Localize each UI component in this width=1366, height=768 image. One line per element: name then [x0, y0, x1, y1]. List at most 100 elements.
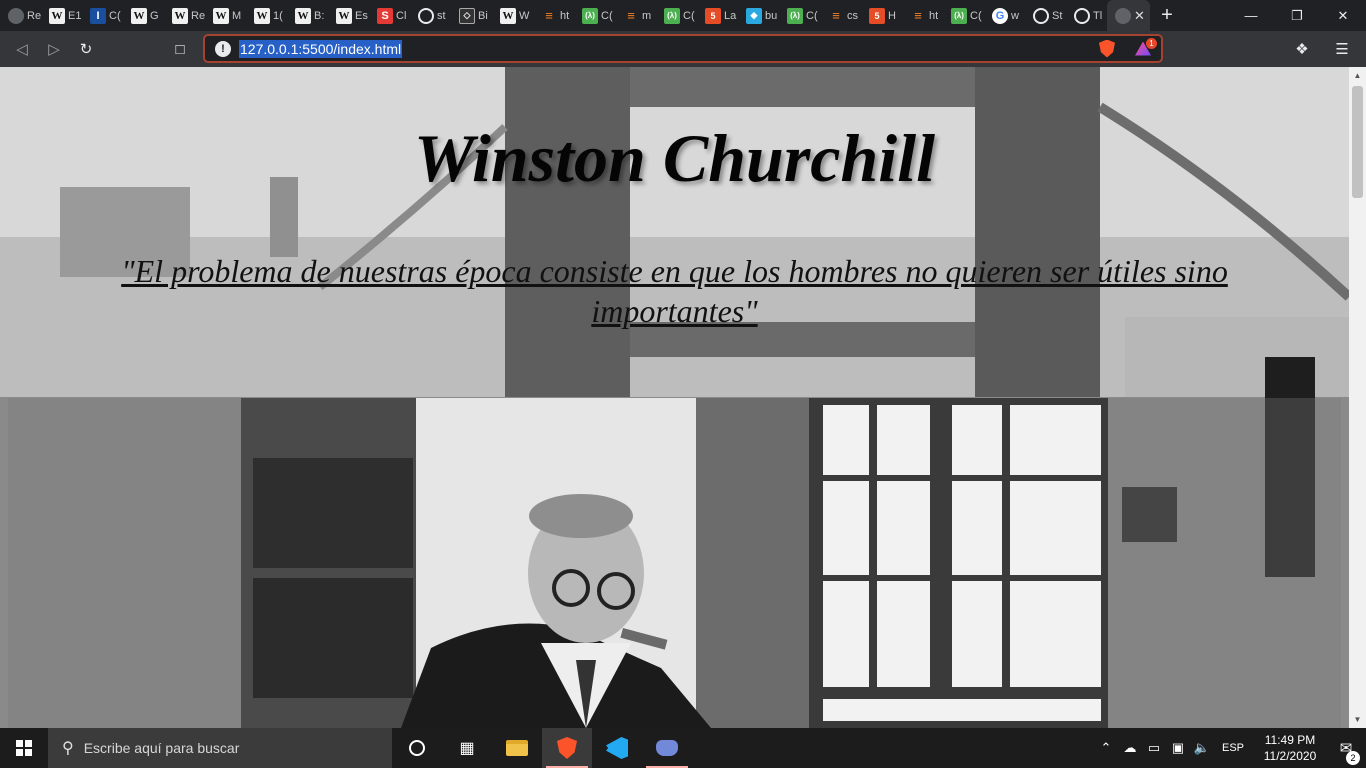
scroll-up-arrow-icon[interactable]: ▲: [1349, 67, 1366, 84]
scroll-down-arrow-icon[interactable]: ▼: [1349, 711, 1366, 728]
forward-button[interactable]: ▷: [38, 33, 70, 65]
page-viewport: Winston Churchill "El problema de nuestr…: [0, 67, 1349, 728]
browser-tab[interactable]: W E1: [41, 0, 82, 31]
browser-tab[interactable]: ≡ ht: [902, 0, 943, 31]
page-scrollbar[interactable]: ▲ ▼: [1349, 67, 1366, 728]
browser-tab[interactable]: ≡ cs: [820, 0, 861, 31]
browser-tab[interactable]: (λ) C(: [656, 0, 697, 31]
cortana-button[interactable]: [392, 728, 442, 768]
browser-tab[interactable]: W Re: [164, 0, 205, 31]
freecodecamp-icon: (λ): [787, 7, 803, 24]
github-icon: [418, 7, 434, 24]
search-placeholder: Escribe aquí para buscar: [83, 740, 240, 756]
browser-tab[interactable]: WM: [205, 0, 246, 31]
stackoverflow-icon: ≡: [910, 7, 926, 24]
start-button[interactable]: [0, 728, 48, 768]
browser-tab[interactable]: ≡ ht: [533, 0, 574, 31]
browser-toolbar: ◁ ▷ ↻ □ ! 127.0.0.1:5500/index.html 1 ❖ …: [0, 31, 1366, 67]
churchill-quote: "El problema de nuestras época consiste …: [121, 253, 1228, 329]
vscode-taskbar-button[interactable]: [592, 728, 642, 768]
browser-tab[interactable]: ≡ m: [615, 0, 656, 31]
bookmark-icon[interactable]: □: [164, 33, 196, 65]
maximize-button[interactable]: ❐: [1274, 0, 1320, 31]
url-text[interactable]: 127.0.0.1:5500/index.html: [239, 39, 403, 58]
discord-taskbar-button[interactable]: [642, 728, 692, 768]
wikipedia-icon: W: [295, 7, 311, 24]
show-hidden-icons-icon[interactable]: ⌃: [1094, 740, 1118, 756]
google-icon: G: [992, 7, 1008, 24]
browser-tab[interactable]: St: [1025, 0, 1066, 31]
browser-tab[interactable]: W Es: [328, 0, 369, 31]
clock[interactable]: 11:49 PM 11/2/2020: [1254, 732, 1326, 764]
tab-label: bu: [765, 9, 778, 22]
menu-icon[interactable]: ☰: [1326, 33, 1358, 65]
browser-tab[interactable]: 5 La: [697, 0, 738, 31]
cortana-icon: [409, 740, 425, 756]
language-indicator[interactable]: ESP: [1222, 742, 1244, 754]
browser-tab[interactable]: ◇ Bi: [451, 0, 492, 31]
browser-tab[interactable]: I C(: [82, 0, 123, 31]
vscode-icon: [606, 737, 628, 759]
system-tray: ⌃ ☁ ▭ ▣ 🔈 ESP 11:49 PM 11/2/2020 ✉ 2: [1094, 728, 1366, 768]
tab-label: W: [519, 9, 530, 22]
html5-icon: 5: [869, 7, 885, 24]
browser-tab[interactable]: S Cl: [369, 0, 410, 31]
active-tab[interactable]: ✕: [1107, 0, 1150, 31]
browser-tab[interactable]: (λ) C(: [943, 0, 984, 31]
tab-strip: Re W E1 I C(W G W Re W M W 1(W B: W Es S Cl st ◇ Bi W W ≡ ht (λ)…: [0, 0, 1366, 31]
address-bar[interactable]: ! 127.0.0.1:5500/index.html: [203, 34, 1163, 63]
clock-date: 11/2/2020: [1263, 749, 1317, 763]
file-explorer-button[interactable]: [492, 728, 542, 768]
back-button[interactable]: ◁: [6, 33, 38, 65]
browser-tab[interactable]: WW: [492, 0, 533, 31]
new-tab-button[interactable]: +: [1150, 4, 1184, 27]
task-view-icon: ▦: [459, 740, 475, 757]
browser-tab[interactable]: (λ) C(: [779, 0, 820, 31]
tab-label: Re: [27, 9, 41, 22]
network-icon[interactable]: ▣: [1166, 740, 1190, 756]
tab-label: cs: [847, 9, 858, 22]
tab-label: Re: [191, 9, 205, 22]
close-tab-icon[interactable]: ✕: [1134, 8, 1145, 24]
wikipedia-icon: W: [254, 7, 270, 24]
browser-tab[interactable]: Gw: [984, 0, 1025, 31]
tab-label: St: [1052, 9, 1063, 22]
browser-tab[interactable]: (λ) C(: [574, 0, 615, 31]
omnibox-actions: [1099, 39, 1151, 58]
browser-tab[interactable]: 5H: [861, 0, 902, 31]
tab-label: ht: [929, 9, 939, 22]
brave-taskbar-button[interactable]: [542, 728, 592, 768]
tab-list: Re W E1 I C(W G W Re W M W 1(W B: W Es S Cl st ◇ Bi W W ≡ ht (λ)…: [0, 0, 1107, 31]
onedrive-icon[interactable]: ☁: [1118, 740, 1142, 756]
github-icon: [1074, 7, 1090, 24]
tab-label: E1: [68, 9, 82, 22]
discord-icon: [656, 740, 678, 756]
tab-label: C(: [109, 9, 121, 22]
browser-tab[interactable]: ◆ bu: [738, 0, 779, 31]
info-icon[interactable]: !: [215, 40, 231, 57]
i-icon: I: [90, 7, 106, 24]
scrollbar-thumb[interactable]: [1352, 86, 1363, 198]
action-center-button[interactable]: ✉ 2: [1326, 739, 1366, 765]
browser-tab[interactable]: Re: [0, 0, 41, 31]
tab-label: w: [1011, 9, 1019, 22]
extensions-icon[interactable]: ❖: [1286, 33, 1318, 65]
brave-shields-icon[interactable]: [1099, 39, 1115, 58]
browser-tab[interactable]: W B:: [287, 0, 328, 31]
volume-icon[interactable]: 🔈: [1190, 740, 1214, 756]
task-view-button[interactable]: ▦: [442, 728, 492, 768]
taskbar-search-box[interactable]: ⚲ Escribe aquí para buscar: [48, 728, 392, 768]
wikipedia-icon: W: [213, 7, 229, 24]
freecodecamp-icon: (λ): [951, 7, 967, 24]
close-window-button[interactable]: ✕: [1320, 0, 1366, 31]
browser-tab[interactable]: WG: [123, 0, 164, 31]
browser-tab[interactable]: Tl: [1066, 0, 1107, 31]
browser-tab[interactable]: st: [410, 0, 451, 31]
html5-icon: 5: [705, 7, 721, 24]
tab-label: C(: [970, 9, 982, 22]
minimize-button[interactable]: —: [1228, 0, 1274, 31]
battery-icon[interactable]: ▭: [1142, 740, 1166, 756]
reload-button[interactable]: ↻: [70, 33, 102, 65]
tab-label: st: [437, 9, 446, 22]
browser-tab[interactable]: W 1(: [246, 0, 287, 31]
